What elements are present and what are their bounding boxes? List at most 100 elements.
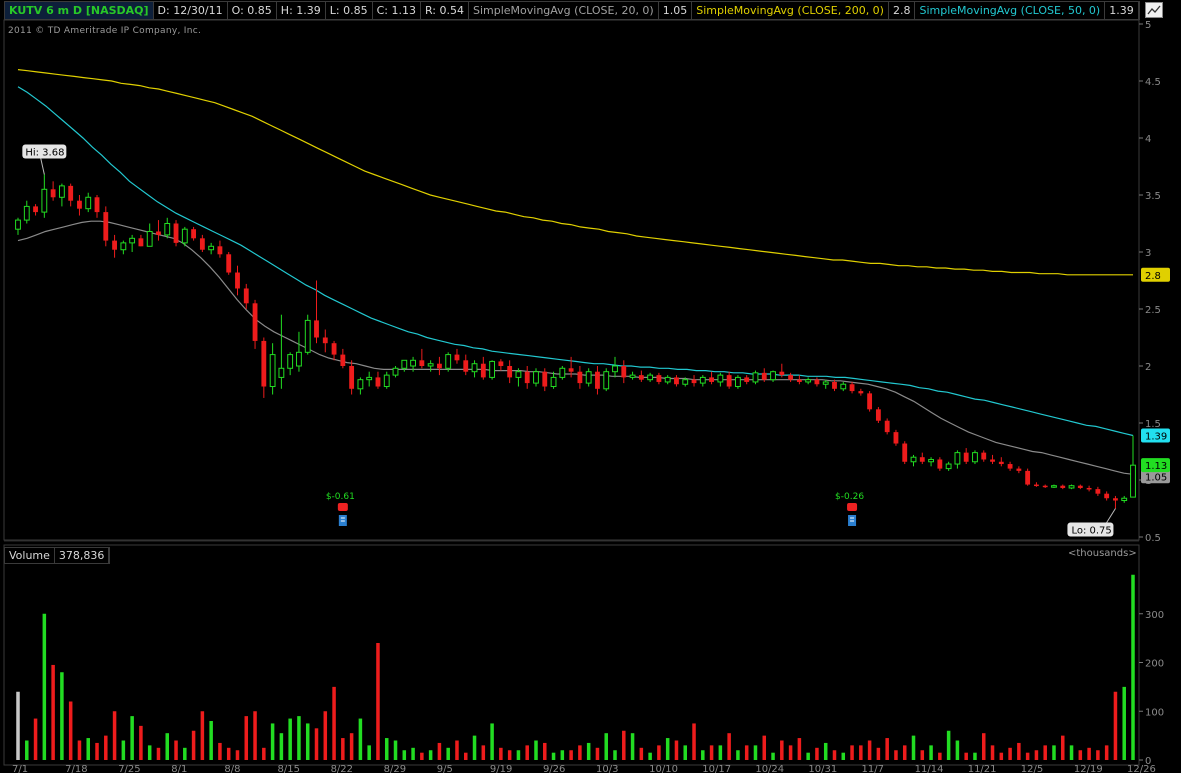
candle-body [85,196,92,210]
volume-bar [77,740,82,760]
volume-bar [841,752,846,760]
candle-body [577,371,583,384]
candle-body [296,351,302,367]
volume-bar [595,747,600,760]
candle-body [471,363,478,373]
volume-bar [560,750,565,760]
volume-bar [516,750,521,760]
volume-bar [472,735,477,760]
candle-body [33,206,38,213]
candle-body [674,377,679,385]
symbol-selector[interactable]: KUTV 6 m D [NASDAQ] [5,2,154,19]
sma50-study-value: 1.39 [1105,2,1139,19]
sma20-study-value: 1.05 [659,2,693,19]
sma200-study-label[interactable]: SimpleMovingAvg (CLOSE, 200, 0) [692,2,889,19]
price-panel-border [3,19,1140,541]
sma20-study-label[interactable]: SimpleMovingAvg (CLOSE, 20, 0) [469,2,659,19]
open-stat: O: 0.85 [228,2,277,19]
candle-body [401,359,408,369]
volume-bar [657,745,661,760]
candle-body [585,371,592,384]
candle-body [278,367,285,378]
volume-bar [1122,686,1126,760]
candle-body [208,245,215,251]
candle-body [858,391,864,394]
volume-bar [235,750,240,760]
candle-body [392,367,399,376]
high-label: Hi: 3.68 [25,147,64,158]
candle-body [893,432,899,444]
sma50-study-label[interactable]: SimpleMovingAvg (CLOSE, 50, 0) [915,2,1106,19]
high-callout-line [39,156,45,175]
volume-bar [999,752,1004,760]
candle-body [375,377,381,387]
volume-bar [481,745,486,760]
candle-body [181,228,188,244]
candle-body [867,393,873,410]
volume-bar [376,643,380,760]
candle-body [1016,468,1022,471]
volume-bar [911,735,916,760]
volume-bar [147,745,152,760]
candle-body [770,371,776,381]
volume-bar [411,747,415,760]
candle-body [533,371,539,384]
high-stat: H: 1.39 [277,2,326,19]
price-tick-label: 0.5 [1145,533,1161,544]
candle-body [156,231,161,235]
date-stat: D: 12/30/11 [154,2,228,19]
volume-bar [613,750,617,760]
volume-bar [464,752,468,760]
volume-header-bar: Volume 378,836 [4,547,111,564]
volume-bar [534,740,538,760]
candle-body [998,461,1004,465]
volume-bar [946,730,951,760]
volume-bar [68,701,73,760]
candle-body [788,375,794,380]
date-tick-label: 8/15 [277,764,299,773]
volume-bar [420,752,424,760]
candle-body [164,223,171,236]
candle-body [559,367,566,378]
candle-body [954,452,961,465]
volume-bar [648,752,652,760]
volume-bar [244,716,249,760]
candle-body [981,452,987,460]
volume-bar [499,747,503,760]
volume-bar [850,745,854,760]
volume-bar [701,750,705,760]
volume-bar [780,740,784,760]
candle-body [726,375,732,387]
price-tick-label: 3.5 [1145,191,1161,202]
volume-bar [964,752,968,760]
volume-bar [42,613,47,760]
volume-bar [586,742,591,760]
date-tick-label: 11/14 [915,764,944,773]
volume-study-value: 378,836 [55,548,110,563]
candle-body [1060,485,1066,488]
expand-chart-button[interactable] [1145,2,1163,18]
moving-average-lines [17,69,1134,475]
candle-body [15,219,21,230]
candle-body [1077,485,1083,488]
volume-bar [314,728,319,760]
candle-body [217,246,223,255]
sma200-study-value: 2.8 [889,2,916,19]
date-tick-label: 8/8 [224,764,240,773]
close-last-label: 1.13 [1145,461,1167,472]
price-tick-label: 4.5 [1145,77,1161,88]
date-tick-label: 10/10 [649,764,678,773]
volume-bar [104,735,108,760]
candle-body [814,379,820,385]
volume-unit-label: <thousands> [1068,548,1137,559]
volume-bar [305,723,310,760]
volume-bar [507,750,512,760]
volume-bar-series [16,574,1135,760]
volume-study-label[interactable]: Volume [5,548,55,563]
volume-bar [815,747,819,760]
candle-body [314,320,319,338]
candle-body [191,229,197,239]
volume-tick-label: 300 [1145,610,1164,621]
price-tick-label: 5 [1145,20,1151,31]
candle-body [1042,485,1048,488]
